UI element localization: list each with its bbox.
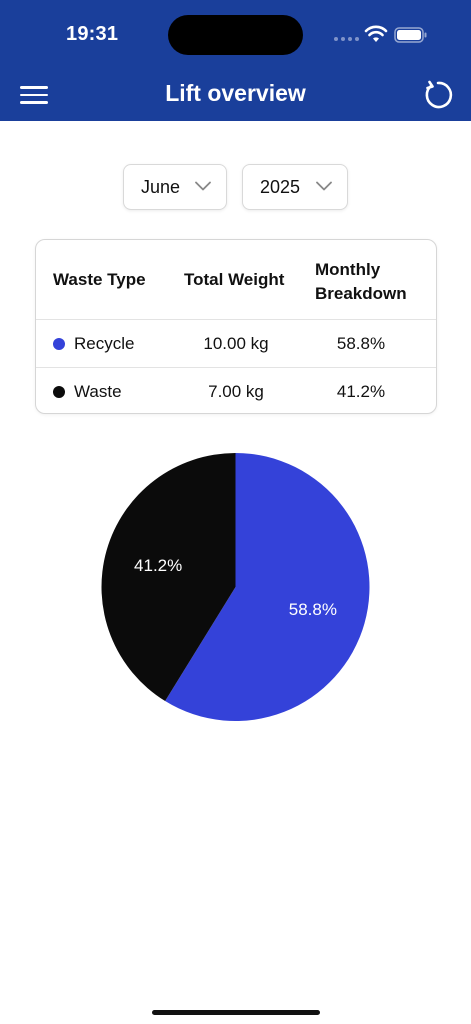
- pie-label-waste: 41.2%: [134, 556, 182, 575]
- page-title: Lift overview: [165, 80, 306, 106]
- header-waste-type: Waste Type: [53, 270, 146, 289]
- table-row: Recycle 10.00 kg 58.8%: [36, 320, 436, 367]
- row-type: Waste: [74, 382, 122, 401]
- dynamic-island: [168, 15, 303, 55]
- header-breakdown-line2: Breakdown: [315, 284, 407, 303]
- year-value: 2025: [260, 176, 301, 197]
- waste-summary-table: Waste Type Total Weight Monthly Breakdow…: [35, 239, 437, 414]
- row-weight: 10.00 kg: [203, 334, 269, 353]
- legend-dot: [53, 386, 65, 398]
- refresh-icon[interactable]: [422, 79, 454, 111]
- battery-icon: [394, 27, 427, 43]
- chevron-down-icon: [316, 181, 332, 191]
- status-time: 19:31: [66, 23, 119, 45]
- home-indicator: [152, 1010, 320, 1015]
- table-row: Waste 7.00 kg 41.2%: [36, 368, 436, 415]
- row-weight: 7.00 kg: [208, 382, 264, 401]
- month-dropdown[interactable]: June: [123, 164, 227, 210]
- row-percent: 58.8%: [336, 334, 386, 353]
- pie-slice-waste: [101, 453, 236, 702]
- chevron-down-icon: [195, 181, 211, 191]
- header-monthly-breakdown: Monthly Breakdown: [315, 258, 407, 306]
- app-header: 19:31 Lift overview: [0, 0, 471, 121]
- header-breakdown-line1: Monthly: [315, 260, 381, 279]
- row-percent: 41.2%: [336, 382, 386, 401]
- pie-label-recycle: 58.8%: [289, 600, 337, 619]
- pie-slice-recycle: [165, 453, 370, 721]
- header-total-weight: Total Weight: [184, 270, 285, 289]
- month-value: June: [141, 176, 181, 197]
- wifi-icon: [364, 25, 388, 42]
- legend-dot: [53, 338, 65, 350]
- signal-icon: [334, 37, 359, 41]
- row-type: Recycle: [74, 334, 135, 353]
- year-dropdown[interactable]: 2025: [242, 164, 348, 210]
